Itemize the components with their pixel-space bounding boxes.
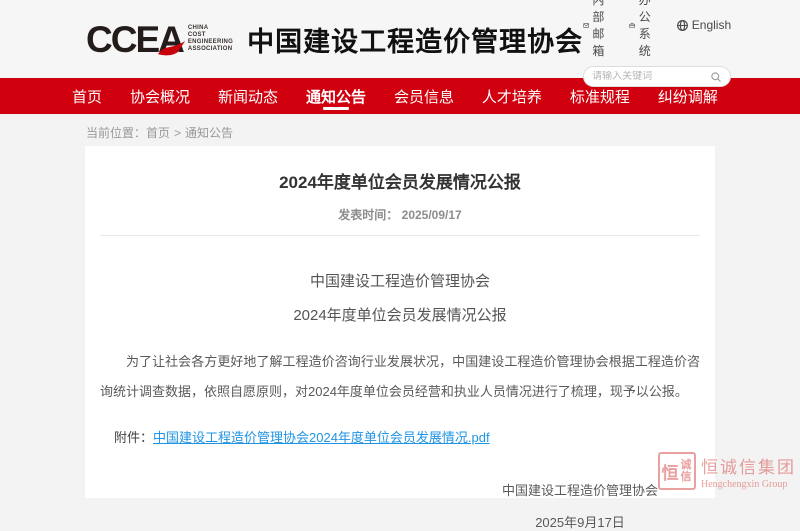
site-title: 中国建设工程造价管理协会 [247,20,583,59]
office-system-label: 办公系统 [639,0,662,59]
breadcrumb-home-link[interactable]: 首页 [146,126,170,140]
envelope-icon [583,19,589,32]
document-org-line: 中国建设工程造价管理协会 [100,270,700,291]
header-utilities: 内部邮箱 办公系统 English [583,0,731,87]
english-link[interactable]: English [676,18,731,32]
nav-item-home[interactable]: 首页 [72,78,102,114]
signature-date: 2025年9月17日 [460,512,700,531]
article-title: 2024年度单位会员发展情况公报 [100,168,700,193]
attachment-row: 附件：中国建设工程造价管理协会2024年度单位会员发展情况.pdf [100,427,700,446]
breadcrumb-current-link[interactable]: 通知公告 [185,126,233,140]
signature-org: 中国建设工程造价管理协会 [460,480,700,499]
english-label: English [692,18,731,32]
internal-mail-label: 内部邮箱 [592,0,615,59]
logo-subtext: CHINA COST ENGINEERING ASSOCIATION [188,25,233,53]
nav-item-mediation[interactable]: 纠纷调解 [658,78,718,114]
publish-date-row: 发表时间： 2025/09/17 [100,206,700,223]
attachment-label: 附件： [114,430,153,445]
article-card: 2024年度单位会员发展情况公报 发表时间： 2025/09/17 中国建设工程… [85,146,715,498]
nav-item-standards[interactable]: 标准规程 [570,78,630,114]
watermark-name-en: Hengchengxin Group [701,479,796,490]
internal-mail-link[interactable]: 内部邮箱 [583,0,615,59]
breadcrumb: 当前位置：首页 > 通知公告 [0,114,800,146]
watermark-text: 恒诚信集团 Hengchengxin Group [701,453,796,490]
publish-date-label: 发表时间： [338,208,398,222]
title-divider [100,235,700,236]
watermark-name-cn: 恒诚信集团 [701,453,796,478]
breadcrumb-prefix: 当前位置： [86,126,146,140]
logo-acronym: CCEA [86,21,183,58]
breadcrumb-separator: > [174,126,181,140]
publish-date-value: 2025/09/17 [402,208,462,222]
nav-list: 首页 协会概况 新闻动态 通知公告 会员信息 人才培养 标准规程 纠纷调解 [72,78,718,114]
document-title-line: 2024年度单位会员发展情况公报 [100,304,700,325]
article-paragraph: 为了让社会各方更好地了解工程造价咨询行业发展状况，中国建设工程造价管理协会根据工… [100,347,700,407]
logo-swoosh-icon [157,41,187,56]
site-logo[interactable]: CCEA CHINA COST ENGINEERING ASSOCIATION … [86,20,583,59]
briefcase-icon [629,19,635,32]
globe-icon [676,19,689,32]
nav-item-about[interactable]: 协会概况 [130,78,190,114]
signature-block: 中国建设工程造价管理协会 2025年9月17日 [460,480,700,531]
office-system-link[interactable]: 办公系统 [629,0,661,59]
main-nav: 首页 协会概况 新闻动态 通知公告 会员信息 人才培养 标准规程 纠纷调解 [0,78,800,114]
nav-item-members[interactable]: 会员信息 [394,78,454,114]
nav-item-training[interactable]: 人才培养 [482,78,542,114]
quick-links: 内部邮箱 办公系统 English [583,0,731,59]
nav-item-notices[interactable]: 通知公告 [306,78,366,114]
site-header: CCEA CHINA COST ENGINEERING ASSOCIATION … [0,0,800,78]
attachment-pdf-link[interactable]: 中国建设工程造价管理协会2024年度单位会员发展情况.pdf [153,430,490,445]
nav-item-news[interactable]: 新闻动态 [218,78,278,114]
